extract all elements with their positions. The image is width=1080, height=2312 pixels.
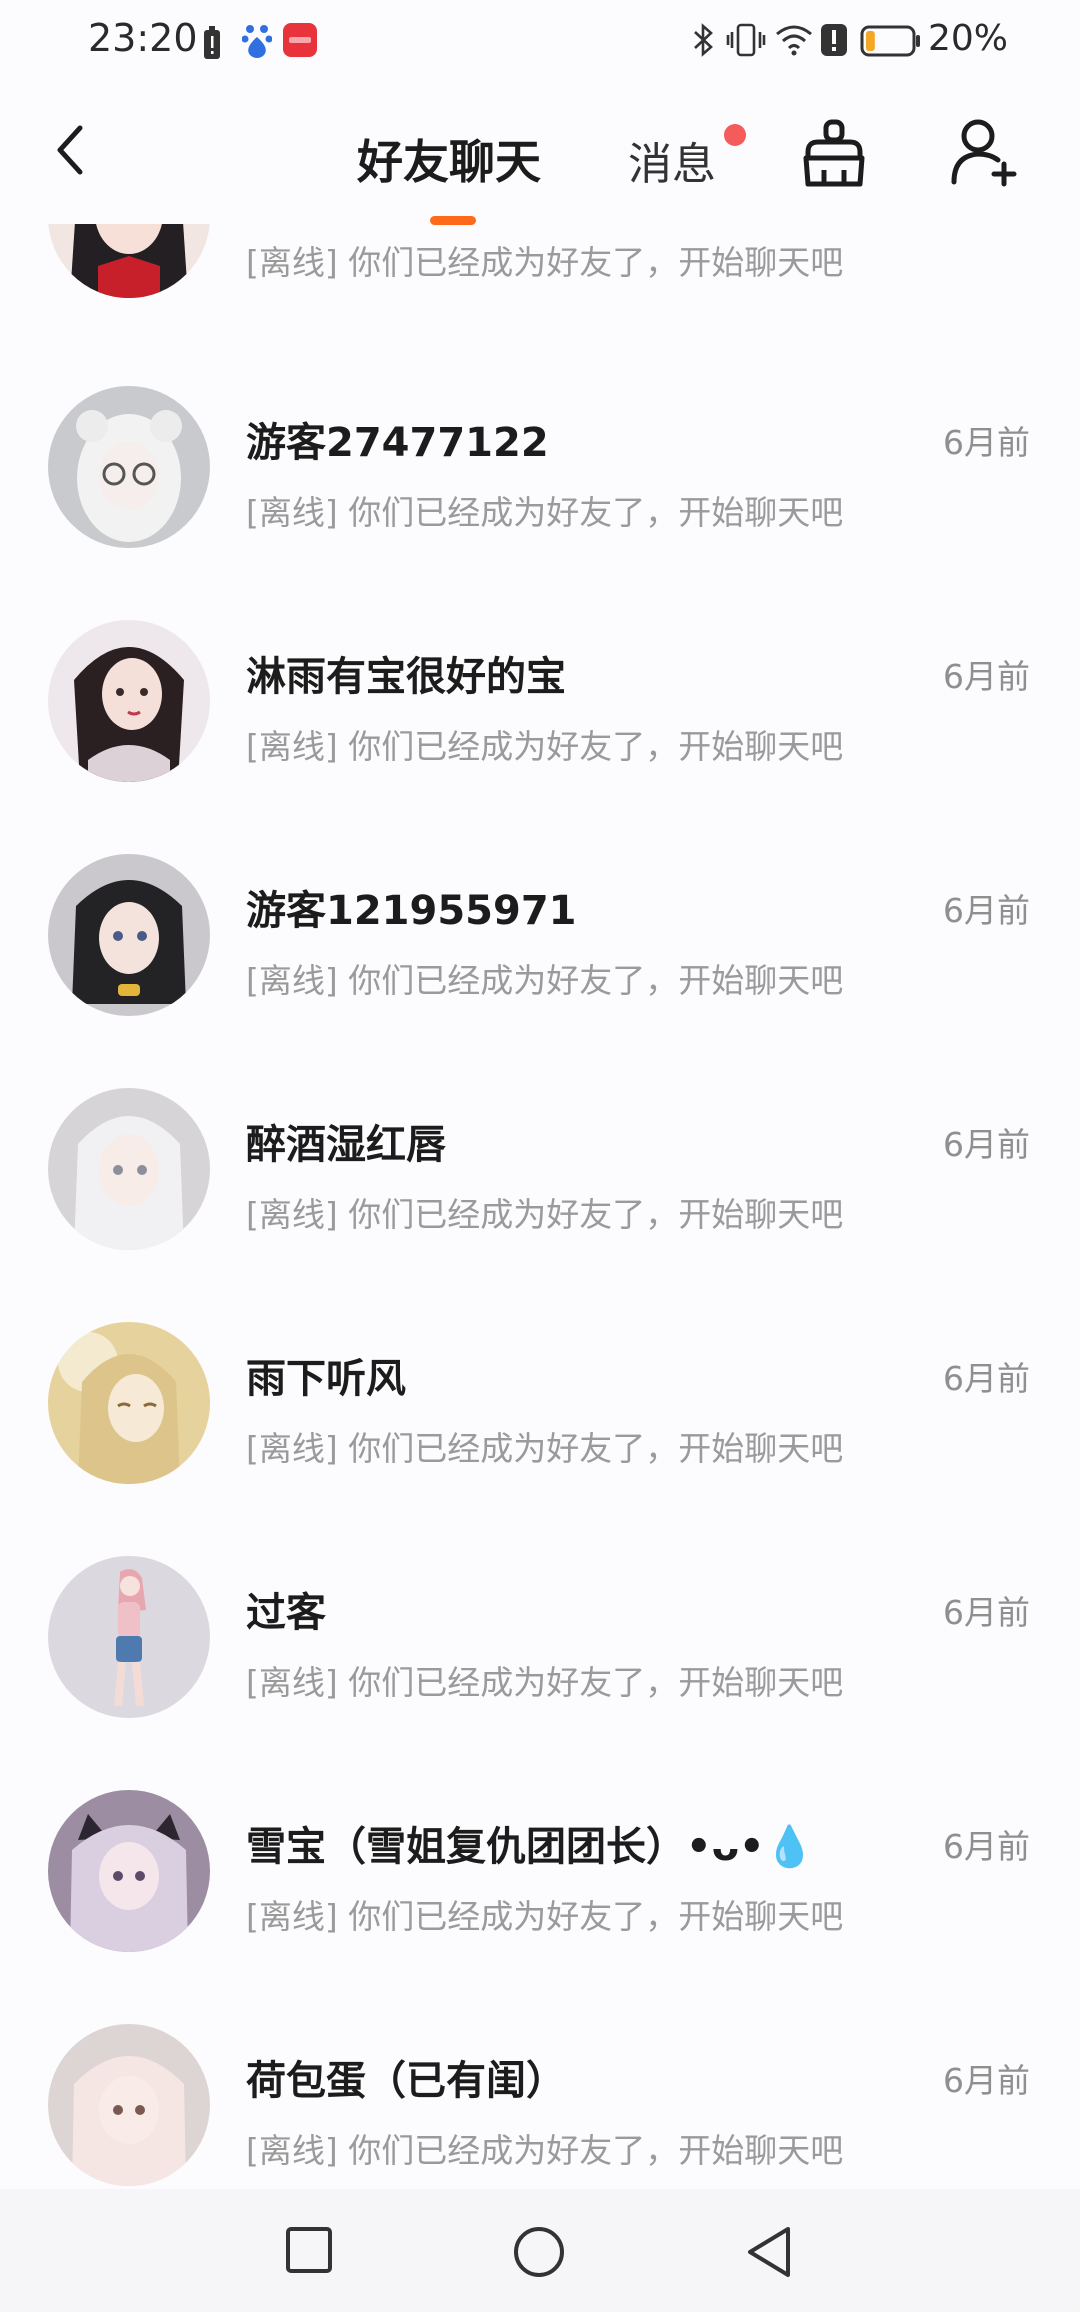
avatar[interactable] [48, 620, 210, 782]
chat-preview: [离线] 你们已经成为好友了，开始聊天吧 [246, 1663, 844, 1702]
battery-alert-icon [204, 26, 220, 59]
chat-preview: [离线] 你们已经成为好友了，开始聊天吧 [246, 243, 844, 282]
wifi-icon [776, 25, 812, 56]
avatar[interactable] [48, 224, 210, 298]
chat-list-item[interactable]: 雨下听风 6月前 [离线] 你们已经成为好友了，开始聊天吧 [0, 1322, 1080, 1556]
chat-preview: [离线] 你们已经成为好友了，开始聊天吧 [246, 727, 844, 766]
chat-name: 淋雨有宝很好的宝 [246, 654, 566, 700]
chat-preview: [离线] 你们已经成为好友了，开始聊天吧 [246, 961, 844, 1000]
chat-preview: [离线] 你们已经成为好友了，开始聊天吧 [246, 493, 844, 532]
recent-apps-icon[interactable] [284, 2225, 334, 2275]
chat-time: 6月前 [943, 657, 1030, 696]
chat-name: 雨下听风 [246, 1356, 406, 1402]
chat-list-item[interactable]: 游客121955971 6月前 [离线] 你们已经成为好友了，开始聊天吧 [0, 854, 1080, 1088]
chat-list-item[interactable]: 游客27477122 6月前 [离线] 你们已经成为好友了，开始聊天吧 [0, 386, 1080, 620]
chat-time: 6月前 [943, 2061, 1030, 2100]
chat-time: 6月前 [943, 423, 1030, 462]
bluetooth-icon [694, 23, 713, 57]
chat-name: 雪宝（雪姐复仇团团长）•ᴗ•💧 [246, 1824, 815, 1870]
back-arrow-icon[interactable] [50, 120, 94, 180]
chat-time: 6月前 [943, 1125, 1030, 1164]
chat-time: 6月前 [943, 891, 1030, 930]
chat-list[interactable]: [离线] 你们已经成为好友了，开始聊天吧 游客27477122 6月前 [离线]… [0, 224, 1080, 2189]
baidu-icon [242, 25, 272, 58]
avatar[interactable] [48, 1322, 210, 1484]
chat-time: 6月前 [943, 1593, 1030, 1632]
broom-icon[interactable] [800, 118, 868, 190]
chat-time: 6月前 [943, 1827, 1030, 1866]
chat-name: 游客27477122 [246, 420, 549, 466]
chat-list-item[interactable]: 淋雨有宝很好的宝 6月前 [离线] 你们已经成为好友了，开始聊天吧 [0, 620, 1080, 854]
battery-percent: 20% [928, 18, 1009, 59]
chat-name: 游客121955971 [246, 888, 577, 934]
avatar[interactable] [48, 2024, 210, 2186]
app-header: 好友聊天 消息 [0, 84, 1080, 234]
chat-list-item[interactable]: 醉酒湿红唇 6月前 [离线] 你们已经成为好友了，开始聊天吧 [0, 1088, 1080, 1322]
status-bar: 23:20 20% [0, 0, 1080, 84]
vibrate-icon [726, 23, 766, 57]
page-title[interactable]: 好友聊天 [357, 126, 541, 192]
back-triangle-icon[interactable] [744, 2225, 794, 2279]
chat-name: 荷包蛋（已有闺） [246, 2058, 566, 2104]
chat-time: 6月前 [943, 1359, 1030, 1398]
notification-badge [724, 124, 746, 146]
chat-preview: [离线] 你们已经成为好友了，开始聊天吧 [246, 1195, 844, 1234]
avatar[interactable] [48, 1556, 210, 1718]
chat-preview: [离线] 你们已经成为好友了，开始聊天吧 [246, 1897, 844, 1936]
chat-preview: [离线] 你们已经成为好友了，开始聊天吧 [246, 1429, 844, 1468]
avatar[interactable] [48, 386, 210, 548]
chat-list-item[interactable]: 荷包蛋（已有闺） 6月前 [离线] 你们已经成为好友了，开始聊天吧 [0, 2024, 1080, 2189]
alert-icon [821, 24, 847, 56]
tab-messages[interactable]: 消息 [628, 128, 716, 192]
home-icon[interactable] [512, 2225, 566, 2279]
system-nav-bar [0, 2189, 1080, 2312]
avatar[interactable] [48, 854, 210, 1016]
huawei-app-icon [283, 23, 317, 57]
chat-list-item[interactable]: 过客 6月前 [离线] 你们已经成为好友了，开始聊天吧 [0, 1556, 1080, 1790]
battery-icon [860, 25, 920, 57]
status-time: 23:20 [88, 16, 198, 60]
chat-list-item[interactable]: [离线] 你们已经成为好友了，开始聊天吧 [0, 224, 1080, 370]
avatar[interactable] [48, 1088, 210, 1250]
avatar[interactable] [48, 1790, 210, 1952]
chat-name: 醉酒湿红唇 [246, 1122, 446, 1168]
chat-preview: [离线] 你们已经成为好友了，开始聊天吧 [246, 2131, 844, 2170]
chat-name: 过客 [246, 1590, 326, 1636]
add-user-icon[interactable] [950, 118, 1020, 188]
chat-list-item[interactable]: 雪宝（雪姐复仇团团长）•ᴗ•💧 6月前 [离线] 你们已经成为好友了，开始聊天吧 [0, 1790, 1080, 2024]
